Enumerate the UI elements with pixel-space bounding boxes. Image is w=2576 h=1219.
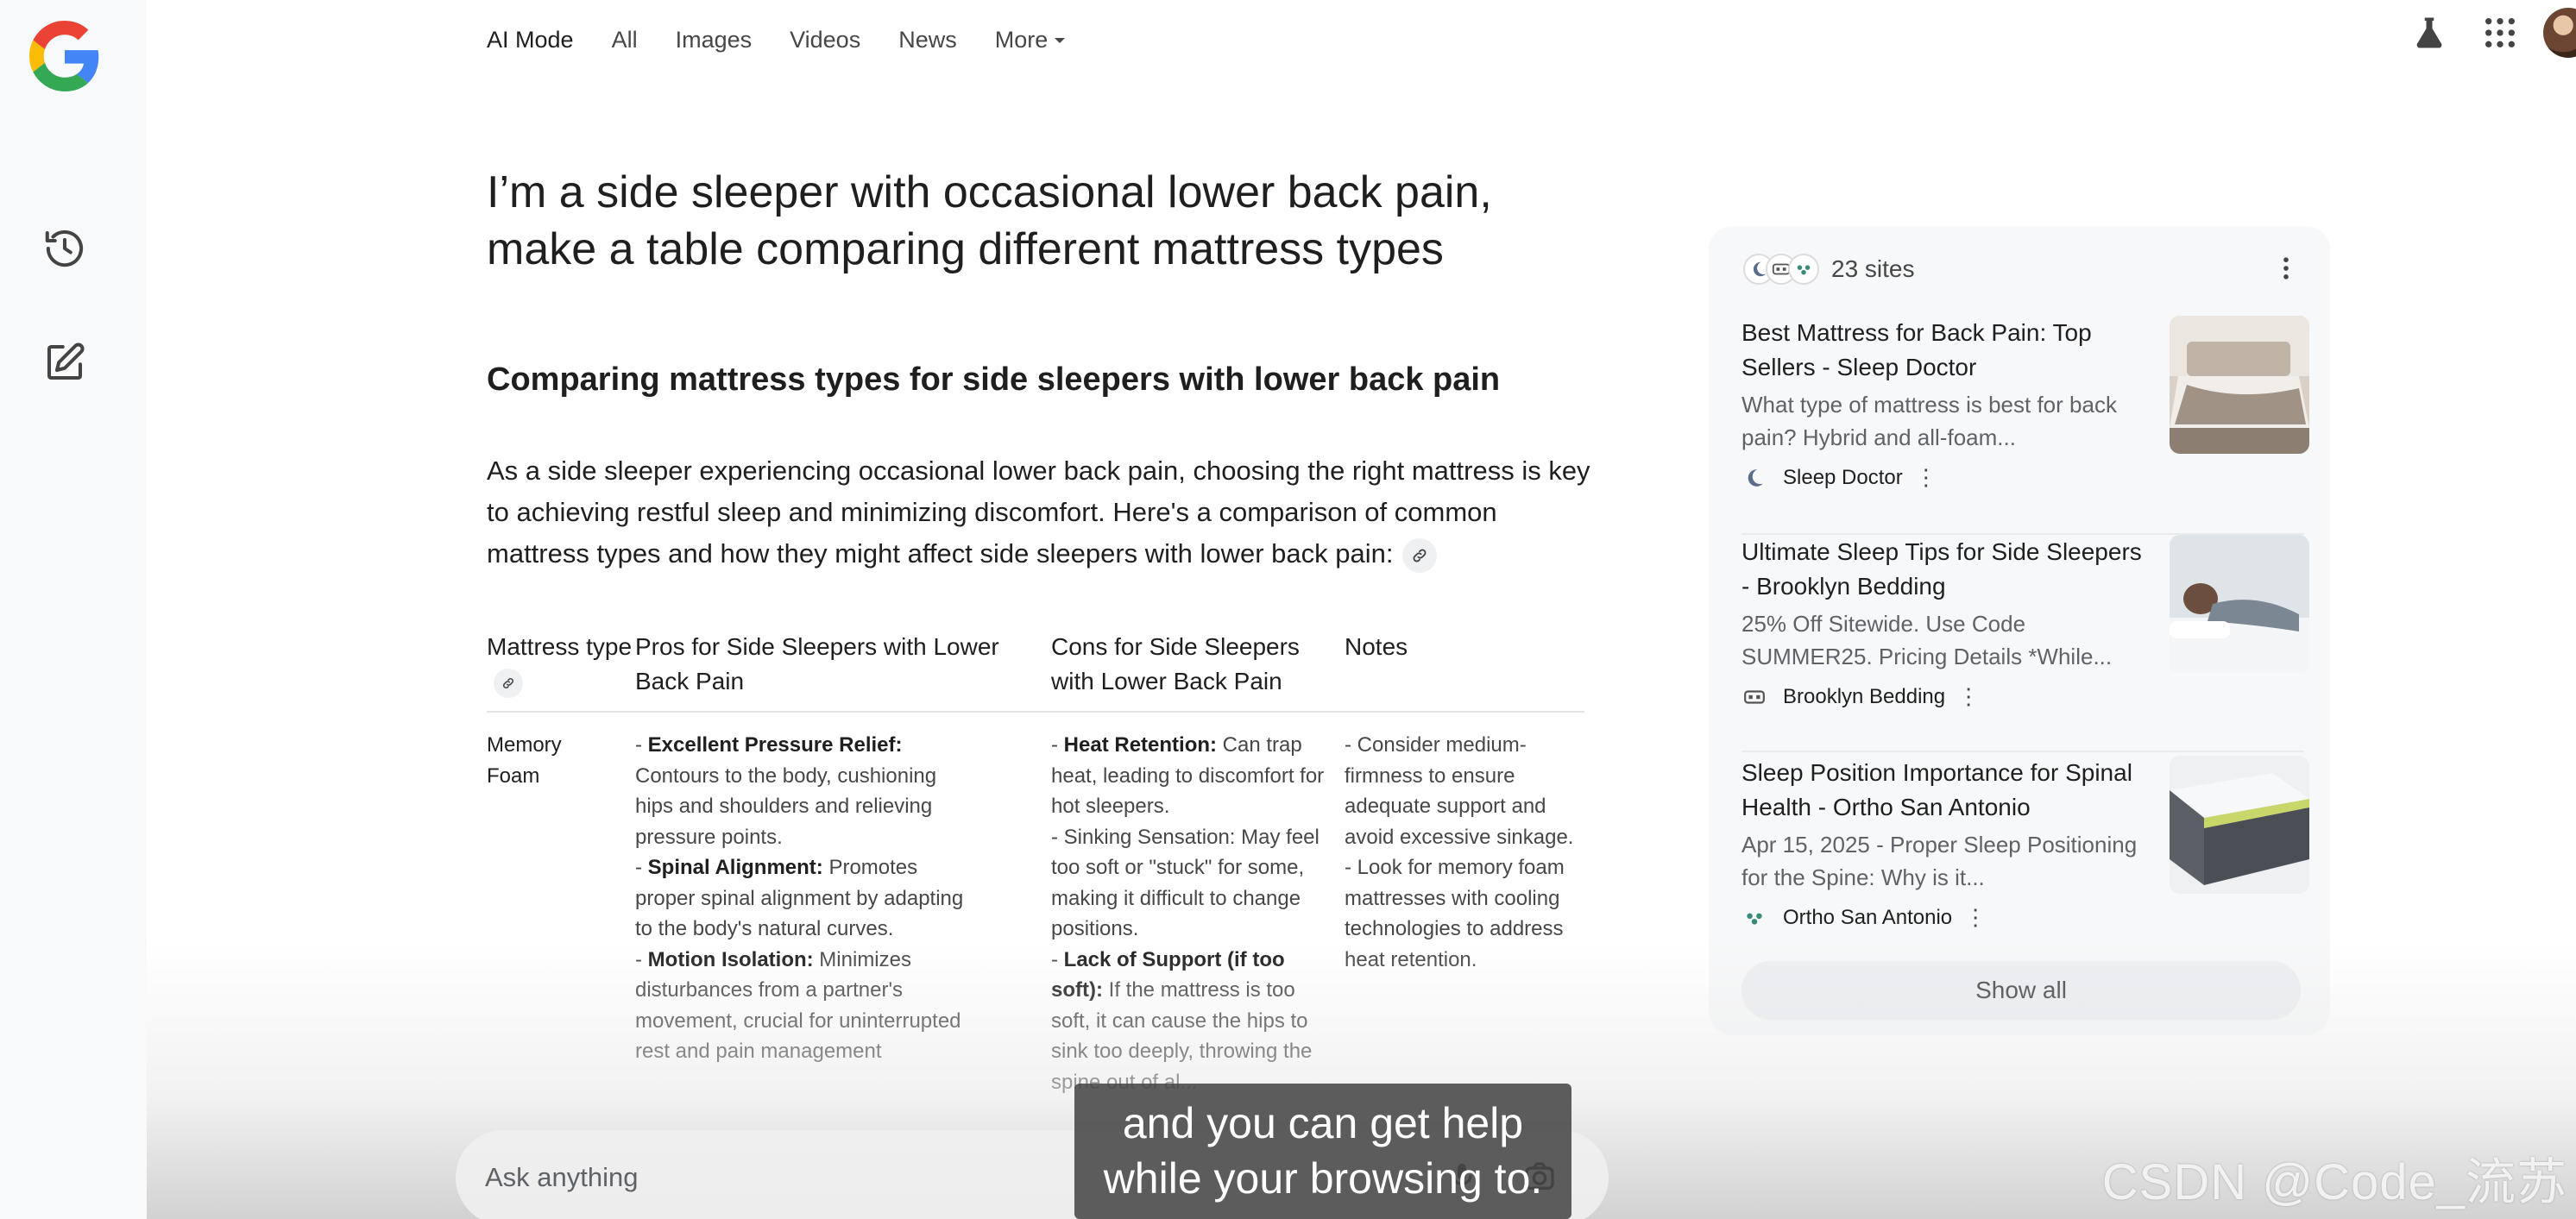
- cell-pros: - Excellent Pressure Relief: Contours to…: [635, 730, 1051, 1097]
- subtitle-line: while your browsing to.: [1103, 1154, 1543, 1203]
- cons-item-text: Sinking Sensation: May feel too soft or …: [1051, 825, 1319, 941]
- table-header-cell: Mattress type: [487, 630, 635, 699]
- source-card-title[interactable]: Best Mattress for Back Pain: Top Sellers…: [1741, 316, 2154, 385]
- ortho-san-antonio-favicon-icon: [1788, 254, 1819, 285]
- source-card[interactable]: Sleep Position Importance for Spinal Hea…: [1741, 756, 2309, 956]
- source-card-site: Sleep Doctor ⋮: [1741, 464, 1937, 491]
- more-label: More: [994, 26, 1049, 53]
- source-card[interactable]: Best Mattress for Back Pain: Top Sellers…: [1741, 316, 2309, 516]
- source-name: Ortho San Antonio: [1783, 905, 1953, 929]
- source-thumbnail[interactable]: [2170, 535, 2309, 673]
- sleep-doctor-favicon-icon: [1741, 465, 1767, 491]
- more-vert-icon[interactable]: ⋮: [1964, 904, 1987, 931]
- source-name: Sleep Doctor: [1783, 465, 1903, 489]
- header-mattress-type: Mattress type: [487, 633, 633, 660]
- tab-news[interactable]: News: [898, 27, 957, 53]
- sources-panel: 23 sites Best Mattress for Back Pain: To…: [1709, 226, 2330, 1035]
- labs-flask-icon[interactable]: [2403, 7, 2455, 59]
- table-row: Memory Foam - Excellent Pressure Relief:…: [487, 713, 1584, 1097]
- caret-down-icon: [1055, 38, 1066, 43]
- notes-item: - Look for memory foam mattresses with c…: [1345, 856, 1565, 971]
- comparison-table: Mattress type Pros for Side Sleepers wit…: [487, 630, 1584, 1097]
- source-card-site: Ortho San Antonio ⋮: [1741, 904, 1987, 931]
- source-card-site: Brooklyn Bedding ⋮: [1741, 683, 1980, 710]
- answer-heading: Comparing mattress types for side sleepe…: [487, 361, 1501, 398]
- apps-grid-icon[interactable]: [2474, 7, 2526, 59]
- more-vert-icon[interactable]: ⋮: [1915, 464, 1937, 491]
- header-pros: Pros for Side Sleepers with Lower Back P…: [635, 633, 999, 694]
- source-card-title[interactable]: Sleep Position Importance for Spinal Hea…: [1741, 756, 2154, 825]
- more-vert-icon[interactable]: ⋮: [1957, 683, 1980, 710]
- show-all-button[interactable]: Show all: [1741, 961, 2301, 1020]
- tab-all[interactable]: All: [612, 27, 638, 53]
- cons-item: - Heat Retention: Can trap heat, leading…: [1051, 733, 1325, 818]
- cons-item: - Lack of Support (if too soft): If the …: [1051, 947, 1313, 1094]
- source-favicons: [1743, 254, 1823, 285]
- subtitle-line: and you can get help: [1122, 1099, 1524, 1147]
- pros-item: - Motion Isolation: Minimizes disturbanc…: [635, 947, 961, 1064]
- history-icon[interactable]: [39, 223, 91, 274]
- cell-notes: - Consider medium-firmness to ensure ade…: [1345, 730, 1584, 1097]
- answer-intro: As a side sleeper experiencing occasiona…: [487, 450, 1600, 575]
- cons-item-label: Heat Retention:: [1063, 733, 1218, 757]
- pros-item: - Spinal Alignment: Promotes proper spin…: [635, 856, 964, 940]
- tab-images[interactable]: Images: [676, 27, 753, 53]
- watermark: CSDN @Code_流苏: [2101, 1154, 2567, 1210]
- source-thumbnail[interactable]: [2170, 316, 2309, 454]
- source-card-title[interactable]: Ultimate Sleep Tips for Side Sleepers - …: [1741, 535, 2154, 604]
- video-subtitle: and you can get help while your browsing…: [1074, 1084, 1571, 1219]
- cell-cons: - Heat Retention: Can trap heat, leading…: [1051, 730, 1345, 1097]
- source-name: Brooklyn Bedding: [1783, 684, 1946, 708]
- tab-more[interactable]: More: [995, 27, 1066, 53]
- source-thumbnail[interactable]: [2170, 756, 2309, 894]
- notes-item: - Consider medium-firmness to ensure ade…: [1345, 733, 1574, 849]
- source-card-snippet: What type of mattress is best for back p…: [1741, 392, 2117, 450]
- pros-item-label: Spinal Alignment:: [647, 856, 823, 879]
- tab-videos[interactable]: Videos: [790, 27, 860, 53]
- source-card-snippet: 25% Off Sitewide. Use Code SUMMER25. Pri…: [1741, 611, 2113, 669]
- sites-count: 23 sites: [1831, 255, 1915, 282]
- citation-link-icon[interactable]: [494, 668, 523, 698]
- left-rail: [0, 0, 147, 1219]
- table-header-row: Mattress type Pros for Side Sleepers wit…: [487, 630, 1584, 713]
- header-cons: Cons for Side Sleepers with Lower Back P…: [1051, 633, 1300, 694]
- google-logo-icon[interactable]: [29, 21, 100, 91]
- new-chat-icon[interactable]: [39, 336, 91, 388]
- cell-mattress-type: Memory Foam: [487, 733, 562, 788]
- search-tabs: AI Mode All Images Videos News More: [487, 21, 1103, 59]
- source-card[interactable]: Ultimate Sleep Tips for Side Sleepers - …: [1741, 535, 2309, 735]
- brooklyn-bedding-favicon-icon: [1741, 684, 1767, 710]
- tab-ai-mode[interactable]: AI Mode: [487, 27, 574, 53]
- user-query: I’m a side sleeper with occasional lower…: [487, 167, 1492, 274]
- pros-item-text: Contours to the body, cushioning hips an…: [635, 763, 937, 849]
- card-divider: [1741, 751, 2304, 752]
- header-notes: Notes: [1345, 633, 1408, 660]
- account-avatar[interactable]: [2543, 8, 2576, 58]
- ortho-san-antonio-favicon-icon: [1741, 905, 1767, 931]
- cons-item: - Sinking Sensation: May feel too soft o…: [1051, 825, 1319, 941]
- pros-item-label: Motion Isolation:: [647, 947, 814, 971]
- pros-item-label: Excellent Pressure Relief:: [647, 733, 903, 757]
- sources-header[interactable]: 23 sites: [1743, 252, 1915, 286]
- top-right-actions: [2384, 7, 2576, 59]
- pros-item: - Excellent Pressure Relief: Contours to…: [635, 733, 937, 849]
- more-vert-icon[interactable]: [2273, 255, 2299, 281]
- citation-link-icon[interactable]: [1401, 537, 1437, 573]
- source-card-snippet: Apr 15, 2025 - Proper Sleep Positioning …: [1741, 832, 2138, 890]
